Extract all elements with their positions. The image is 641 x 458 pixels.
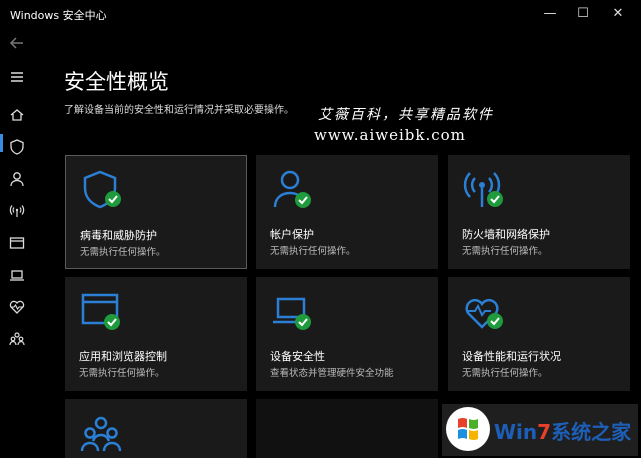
tile-app-browser-control[interactable]: 应用和浏览器控制 无需执行任何操作。 [65,277,247,391]
tile-title: 设备性能和运行状况 [462,350,561,363]
back-arrow-icon[interactable] [8,34,26,52]
close-button[interactable]: ✕ [603,4,633,24]
tile-status: 无需执行任何操作。 [79,368,165,379]
tile-account-protection[interactable]: 帐户保护 无需执行任何操作。 [256,155,438,269]
browser-check-icon [79,289,123,333]
tile-title: 应用和浏览器控制 [79,350,167,363]
logo-text: Win7系统之家 [494,416,631,445]
tile-empty [256,399,438,458]
tile-status: 无需执行任何操作。 [462,368,548,379]
laptop-check-icon [270,289,314,333]
wifi-check-icon [462,167,506,211]
page-subtitle: 了解设备当前的安全性和运行情况并采取必要操作。 [64,105,294,116]
watermark-url: www.aiweibk.com [314,126,466,144]
person-check-icon [270,167,314,211]
page-title: 安全性概览 [64,70,169,94]
shield-icon[interactable] [8,138,26,156]
browser-window-icon[interactable] [8,234,26,252]
app-title: Windows 安全中心 [10,9,107,22]
heart-pulse-icon[interactable] [8,298,26,316]
minimize-button[interactable]: — [535,4,565,24]
tile-status: 查看状态并管理硬件安全功能 [270,368,394,379]
logo-text-seven: 7 [537,420,552,444]
tile-device-performance[interactable]: 设备性能和运行状况 无需执行任何操作。 [448,277,630,391]
tile-virus-protection[interactable]: 病毒和威胁防护 无需执行任何操作。 [65,155,247,269]
logo-text-site: 系统之家 [551,420,632,444]
windows-flag-icon [446,407,490,451]
home-icon[interactable] [8,106,26,124]
tile-status: 无需执行任何操作。 [80,247,166,258]
tile-title: 防火墙和网络保护 [462,228,550,241]
laptop-icon[interactable] [8,266,26,284]
tile-status: 无需执行任何操作。 [270,246,356,257]
family-icon [79,411,123,455]
tile-status: 无需执行任何操作。 [462,246,548,257]
tile-firewall[interactable]: 防火墙和网络保护 无需执行任何操作。 [448,155,630,269]
sidebar [0,28,34,458]
shield-check-icon [80,168,124,212]
person-icon[interactable] [8,170,26,188]
maximize-button[interactable]: ☐ [568,4,598,24]
title-bar: Windows 安全中心 — ☐ ✕ [0,0,641,28]
family-icon[interactable] [8,330,26,348]
tile-family-options[interactable] [65,399,247,458]
tile-title: 帐户保护 [270,228,314,241]
logo-text-win: Win [494,420,538,444]
tile-device-security[interactable]: 设备安全性 查看状态并管理硬件安全功能 [256,277,438,391]
hamburger-menu-icon[interactable] [8,68,26,86]
heart-check-icon [462,289,506,333]
wifi-antenna-icon[interactable] [8,202,26,220]
active-indicator [0,134,3,152]
watermark-logo: Win7系统之家 [442,404,638,456]
tile-title: 设备安全性 [270,350,325,363]
tile-title: 病毒和威胁防护 [80,229,157,242]
watermark-slogan: 艾薇百科，共享精品软件 [318,107,494,123]
